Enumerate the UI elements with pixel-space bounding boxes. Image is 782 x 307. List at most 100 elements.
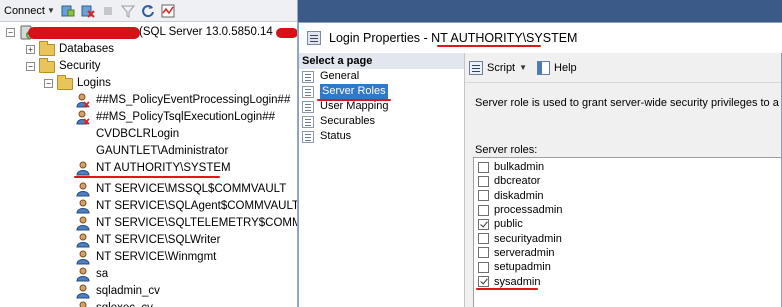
page-icon <box>302 70 314 83</box>
help-label: Help <box>554 61 577 74</box>
collapse-toggle[interactable]: − <box>44 79 53 88</box>
role-checkbox-checked[interactable] <box>478 218 489 230</box>
login-icon <box>76 284 90 299</box>
dialog-icon <box>307 31 321 45</box>
script-button[interactable]: Script ▼ <box>469 60 527 75</box>
login-item[interactable]: ##MS_PolicyTsqlExecutionLogin## <box>76 109 275 126</box>
annotation-underline <box>476 288 538 290</box>
page-icon <box>302 85 314 98</box>
page-general[interactable]: General <box>299 69 464 84</box>
stop-icon[interactable] <box>101 4 115 18</box>
login-item[interactable]: sqladmin_cv <box>76 283 160 300</box>
login-properties-dialog: Login Properties - NT AUTHORITY\SYSTEM S… <box>298 22 782 307</box>
disconnect-icon[interactable] <box>81 4 95 18</box>
page-status[interactable]: Status <box>299 129 464 144</box>
login-icon <box>79 301 87 307</box>
object-explorer-pane: Connect ▼ − (SQL Server 13.0.5850.14 - +… <box>0 0 298 307</box>
role-checkbox[interactable] <box>478 261 489 273</box>
role-item[interactable]: bulkadmin <box>474 160 781 174</box>
annotation-underline <box>437 45 541 47</box>
dialog-toolbar: Script ▼ Help <box>465 53 781 83</box>
login-name: NT SERVICE\SQLWriter <box>96 234 221 246</box>
role-checkbox-checked[interactable] <box>478 276 489 288</box>
help-button[interactable]: Help <box>537 60 577 75</box>
login-item[interactable]: NT SERVICE\SQLTELEMETRY$COMMVAU <box>76 215 297 232</box>
page-icon <box>302 100 314 113</box>
role-item[interactable]: securityadmin <box>474 231 781 245</box>
login-item[interactable]: GAUNTLET\Administrator <box>96 143 228 160</box>
disabled-login-icon <box>76 93 90 108</box>
page-server-roles[interactable]: Server Roles <box>299 84 464 99</box>
login-name: GAUNTLET\Administrator <box>96 145 229 157</box>
object-explorer-toolbar: Connect ▼ <box>0 0 297 22</box>
refresh-icon[interactable] <box>141 4 155 18</box>
connect-button[interactable]: Connect ▼ <box>4 5 55 17</box>
role-item[interactable]: setupadmin <box>474 260 781 274</box>
tree-node-label: Security <box>59 60 101 72</box>
tree-node-logins[interactable]: − Logins <box>44 74 111 92</box>
script-icon <box>469 60 483 75</box>
login-icon <box>76 267 90 282</box>
login-name: NT SERVICE\MSSQL$COMMVAULT <box>96 183 287 195</box>
page-label: Server Roles <box>320 84 388 99</box>
login-item[interactable]: NT SERVICE\SQLAgent$COMMVAULT <box>76 198 298 215</box>
page-label: General <box>320 70 360 82</box>
role-item[interactable]: serveradmin <box>474 246 781 260</box>
activity-monitor-icon[interactable] <box>161 4 175 18</box>
role-item[interactable]: dbcreator <box>474 174 781 188</box>
tree-node-databases[interactable]: + Databases <box>26 40 114 58</box>
login-item[interactable]: sa <box>76 266 108 283</box>
login-item[interactable]: ##MS_PolicyEventProcessingLogin## <box>76 92 290 109</box>
role-checkbox[interactable] <box>478 233 489 245</box>
role-name: diskadmin <box>494 189 544 202</box>
role-name: public <box>494 218 523 231</box>
annotation-underline <box>74 176 220 178</box>
role-item[interactable]: processadmin <box>474 203 781 217</box>
role-item[interactable]: public <box>474 217 781 231</box>
help-icon <box>537 60 551 75</box>
script-label: Script <box>487 61 516 74</box>
login-item-selected-system[interactable]: NT AUTHORITY\SYSTEM <box>76 160 231 177</box>
login-item[interactable]: sqlexec_cv <box>76 300 153 307</box>
login-item[interactable]: NT SERVICE\SQLWriter <box>76 232 220 249</box>
disabled-login-icon <box>76 110 90 125</box>
login-icon <box>76 182 90 197</box>
login-item[interactable]: NT SERVICE\Winmgmt <box>76 249 216 266</box>
role-checkbox[interactable] <box>478 204 489 216</box>
role-checkbox[interactable] <box>478 247 489 259</box>
tree-node-security[interactable]: − Security <box>26 57 101 75</box>
expand-toggle[interactable]: + <box>26 45 35 54</box>
login-name: sa <box>96 268 109 280</box>
role-item-sysadmin[interactable]: sysadmin <box>474 274 781 288</box>
chevron-down-icon: ▼ <box>46 6 55 15</box>
page-user-mapping[interactable]: User Mapping <box>299 99 464 114</box>
collapse-toggle[interactable]: − <box>26 62 35 71</box>
login-item[interactable]: CVDBCLRLogin <box>96 126 179 143</box>
server-roles-label: Server roles: <box>475 144 538 156</box>
login-name: NT SERVICE\SQLAgent$COMMVAULT <box>96 200 298 212</box>
login-item[interactable]: NT SERVICE\MSSQL$COMMVAULT <box>76 181 286 198</box>
role-checkbox[interactable] <box>478 175 489 187</box>
page-securables[interactable]: Securables <box>299 114 464 129</box>
page-label: Status <box>320 130 352 142</box>
folder-icon <box>39 57 55 73</box>
filter-icon[interactable] <box>120 4 135 18</box>
collapse-toggle[interactable]: − <box>6 28 15 37</box>
role-name: securityadmin <box>494 232 562 245</box>
dialog-title: Login Properties - NT AUTHORITY\SYSTEM <box>329 31 578 45</box>
role-checkbox[interactable] <box>478 161 489 173</box>
login-name: CVDBCLRLogin <box>96 128 180 140</box>
connect-label: Connect <box>4 4 45 17</box>
server-roles-list: bulkadmin dbcreator diskadmin processadm… <box>473 157 781 307</box>
role-name: sysadmin <box>494 275 541 288</box>
chevron-down-icon[interactable]: ▼ <box>519 63 527 72</box>
tree-node-label: Databases <box>59 43 114 55</box>
redaction-mark <box>276 28 297 38</box>
login-name: ##MS_PolicyEventProcessingLogin## <box>96 94 291 106</box>
role-checkbox[interactable] <box>478 190 489 202</box>
role-item[interactable]: diskadmin <box>474 189 781 203</box>
connect-database-icon[interactable] <box>61 4 75 18</box>
page-label: Securables <box>320 115 376 127</box>
server-version-label: (SQL Server 13.0.5850.14 - <box>139 26 280 38</box>
login-name: NT SERVICE\SQLTELEMETRY$COMMVAU <box>96 217 297 229</box>
